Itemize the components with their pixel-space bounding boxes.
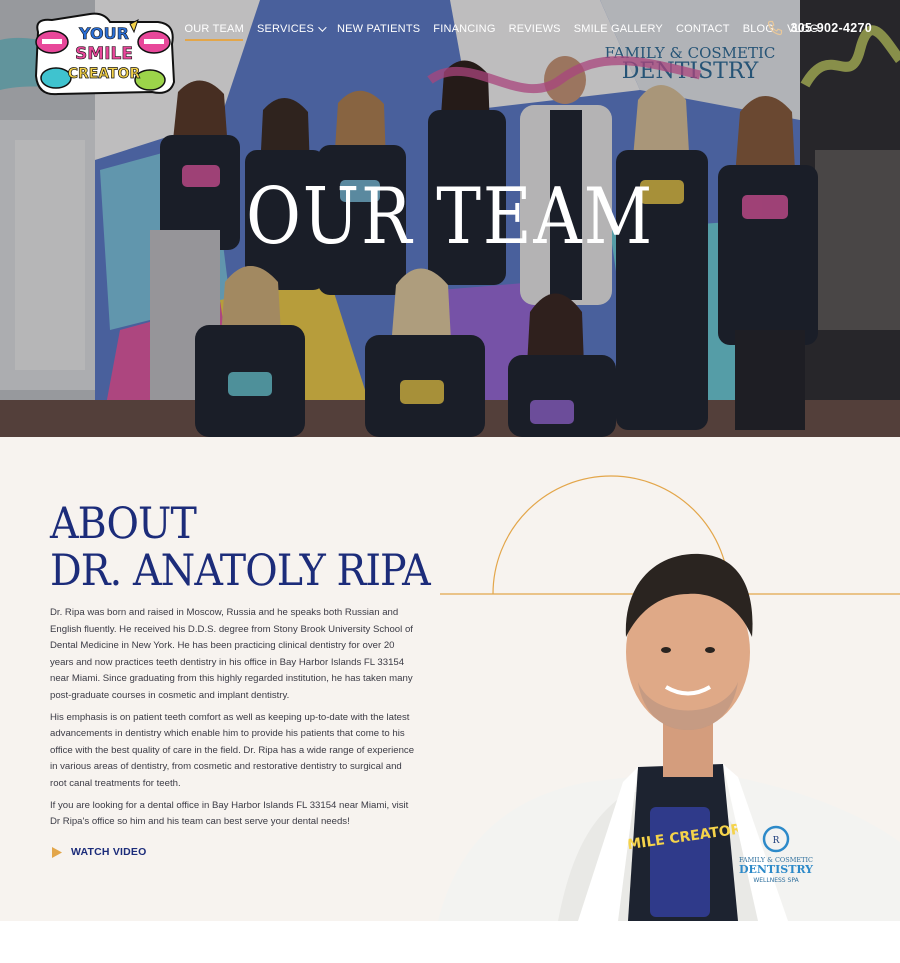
doctor-portrait: SMILE CREATOR R FAMILY & COSMETIC DENTIS… [438,553,900,921]
nav-contact[interactable]: CONTACT [669,21,736,37]
about-paragraph-3: If you are looking for a dental office i… [50,799,409,828]
nav-our-team[interactable]: OUR TEAM [178,21,250,41]
watch-video-label: WATCH VIDEO [71,846,147,858]
svg-text:R: R [773,836,780,846]
nav-new-patients[interactable]: NEW PATIENTS [331,21,427,37]
main-nav: OUR TEAM SERVICES NEW PATIENTS FINANCING… [178,21,825,41]
nav-label: OUR TEAM [184,23,244,35]
nav-services[interactable]: SERVICES [250,21,330,37]
nav-label: FINANCING [433,23,496,35]
nav-label: NEW PATIENTS [337,23,421,35]
nav-reviews[interactable]: REVIEWS [502,21,567,37]
phone-number: 305-902-4270 [790,21,872,35]
page-bottom [0,921,900,963]
about-paragraph-2: His emphasis is on patient teeth comfort… [50,711,415,789]
coat-logo-line-3: WELLNESS SPA [753,877,799,884]
hero-title: OUR TEAM [246,172,654,262]
watch-video-button[interactable]: WATCH VIDEO [52,846,147,858]
about-heading: ABOUT DR. ANATOLY RIPA [50,501,436,595]
nav-label: REVIEWS [508,23,561,35]
about-heading-line1: ABOUT [50,499,197,549]
coat-logo-line-2: DENTISTRY [739,863,813,876]
about-paragraph-1: Dr. Ripa was born and raised in Moscow, … [50,607,413,701]
about-body: Dr. Ripa was born and raised in Moscow, … [50,605,418,836]
phone-link[interactable]: 305-902-4270 [767,20,872,36]
site-logo[interactable]: YOUR SMILE CREATOR [30,12,178,96]
nav-label: CONTACT [675,23,730,35]
about-section: ABOUT DR. ANATOLY RIPA Dr. Ripa was born… [0,437,900,921]
nav-financing[interactable]: FINANCING [427,21,502,37]
logo-line-2: SMILE [75,44,133,64]
hero-section: FAMILY & COSMETIC DENTISTRY OUR TEAM YOU… [0,0,900,437]
nav-label: SERVICES [256,23,314,35]
nav-label: SMILE GALLERY [573,23,663,35]
chevron-down-icon [318,23,327,32]
about-heading-line2: DR. ANATOLY RIPA [50,546,431,596]
play-icon [52,846,62,858]
logo-line-1: YOUR [78,24,129,43]
logo-line-3: CREATOR [68,66,141,82]
phone-icon [767,20,782,36]
nav-smile-gallery[interactable]: SMILE GALLERY [567,21,669,37]
